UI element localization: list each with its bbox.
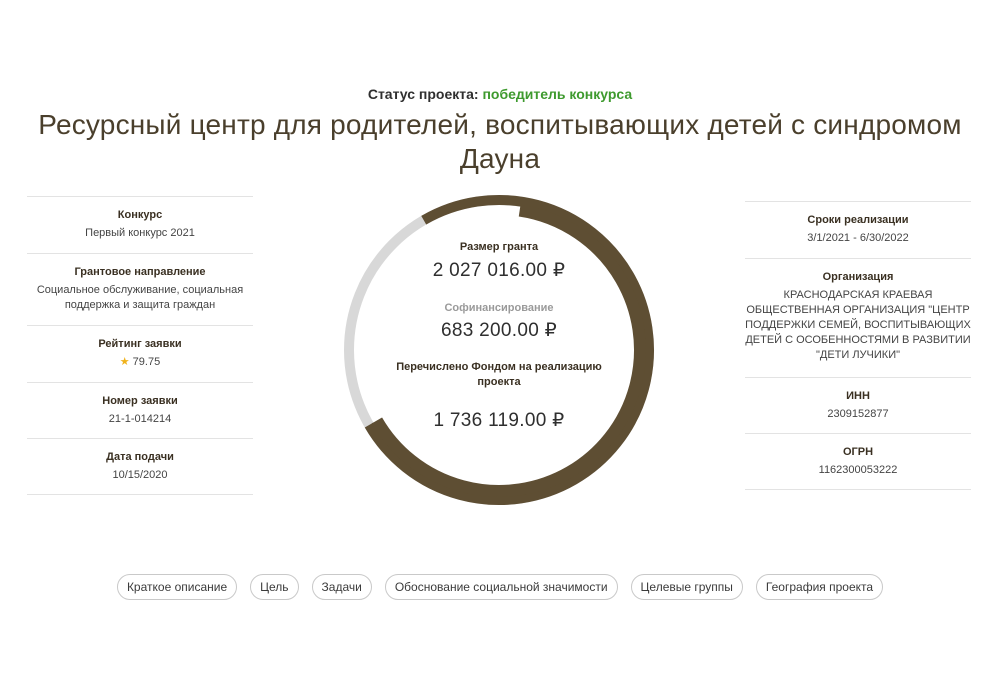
period-block: Сроки реализации 3/1/2021 - 6/30/2022 xyxy=(745,201,971,258)
tab-tasks[interactable]: Задачи xyxy=(311,574,372,600)
submission-date-block: Дата подачи 10/15/2020 xyxy=(27,438,253,495)
status-label: Статус проекта: xyxy=(367,86,479,102)
direction-value: Социальное обслуживание, социальная подд… xyxy=(36,284,244,311)
tab-goal[interactable]: Цель xyxy=(250,574,299,600)
paid-label: Перечислено Фондом на реализацию проекта xyxy=(396,361,602,388)
section-tabs: Краткое описание Цель Задачи Обоснование… xyxy=(0,574,1000,600)
direction-label: Грантовое направление xyxy=(74,266,206,278)
star-icon: ★ xyxy=(119,356,130,368)
grant-amount: 2 027 016.00 ₽ xyxy=(432,260,566,281)
submission-date-value: 10/15/2020 xyxy=(112,469,168,481)
contest-label: Конкурс xyxy=(117,209,163,221)
rating-value: 79.75 xyxy=(132,356,161,368)
organization-label: Организация xyxy=(822,271,894,283)
rating-label: Рейтинг заявки xyxy=(98,338,182,350)
application-number-block: Номер заявки 21-1-014214 xyxy=(27,382,253,438)
application-number-value: 21-1-014214 xyxy=(108,413,172,425)
grant-label: Размер гранта xyxy=(459,241,539,253)
status-value: победитель конкурса xyxy=(482,86,633,102)
inn-label: ИНН xyxy=(846,390,870,402)
funding-ring: Размер гранта 2 027 016.00 ₽ Софинансиро… xyxy=(336,187,662,513)
inn-block: ИНН 2309152877 xyxy=(745,377,971,433)
left-info-column: Конкурс Первый конкурс 2021 Грантовое на… xyxy=(27,196,253,495)
tab-geography[interactable]: География проекта xyxy=(755,574,884,600)
ring-center: Размер гранта 2 027 016.00 ₽ Софинансиро… xyxy=(336,187,662,513)
ogrn-block: ОГРН 1162300053222 xyxy=(745,433,971,490)
right-info-column: Сроки реализации 3/1/2021 - 6/30/2022 Ор… xyxy=(745,201,971,490)
period-value: 3/1/2021 - 6/30/2022 xyxy=(807,232,909,244)
tab-short-description[interactable]: Краткое описание xyxy=(116,574,238,600)
ogrn-label: ОГРН xyxy=(842,446,874,458)
rating-value-row: ★ 79.75 xyxy=(27,355,253,370)
organization-block: Организация КРАСНОДАРСКАЯ КРАЕВАЯ ОБЩЕСТ… xyxy=(745,258,971,377)
project-status: Статус проекта: победитель конкурса xyxy=(0,86,1000,102)
period-label: Сроки реализации xyxy=(807,214,909,226)
ogrn-value: 1162300053222 xyxy=(818,464,898,476)
rating-block: Рейтинг заявки ★ 79.75 xyxy=(27,325,253,382)
application-number-label: Номер заявки xyxy=(102,395,178,407)
tab-social-significance[interactable]: Обоснование социальной значимости xyxy=(384,574,618,600)
organization-value: КРАСНОДАРСКАЯ КРАЕВАЯ ОБЩЕСТВЕННАЯ ОРГАН… xyxy=(745,289,971,361)
submission-date-label: Дата подачи xyxy=(106,451,174,463)
direction-block: Грантовое направление Социальное обслужи… xyxy=(27,253,253,325)
project-title: Ресурсный центр для родителей, воспитыва… xyxy=(38,109,962,174)
contest-value: Первый конкурс 2021 xyxy=(85,227,195,239)
inn-value: 2309152877 xyxy=(827,408,889,420)
paid-amount: 1 736 119.00 ₽ xyxy=(433,410,565,431)
cofinancing-amount: 683 200.00 ₽ xyxy=(440,320,558,341)
cofinancing-label: Софинансирование xyxy=(444,302,554,314)
contest-block: Конкурс Первый конкурс 2021 xyxy=(27,196,253,253)
tab-target-groups[interactable]: Целевые группы xyxy=(630,574,743,600)
